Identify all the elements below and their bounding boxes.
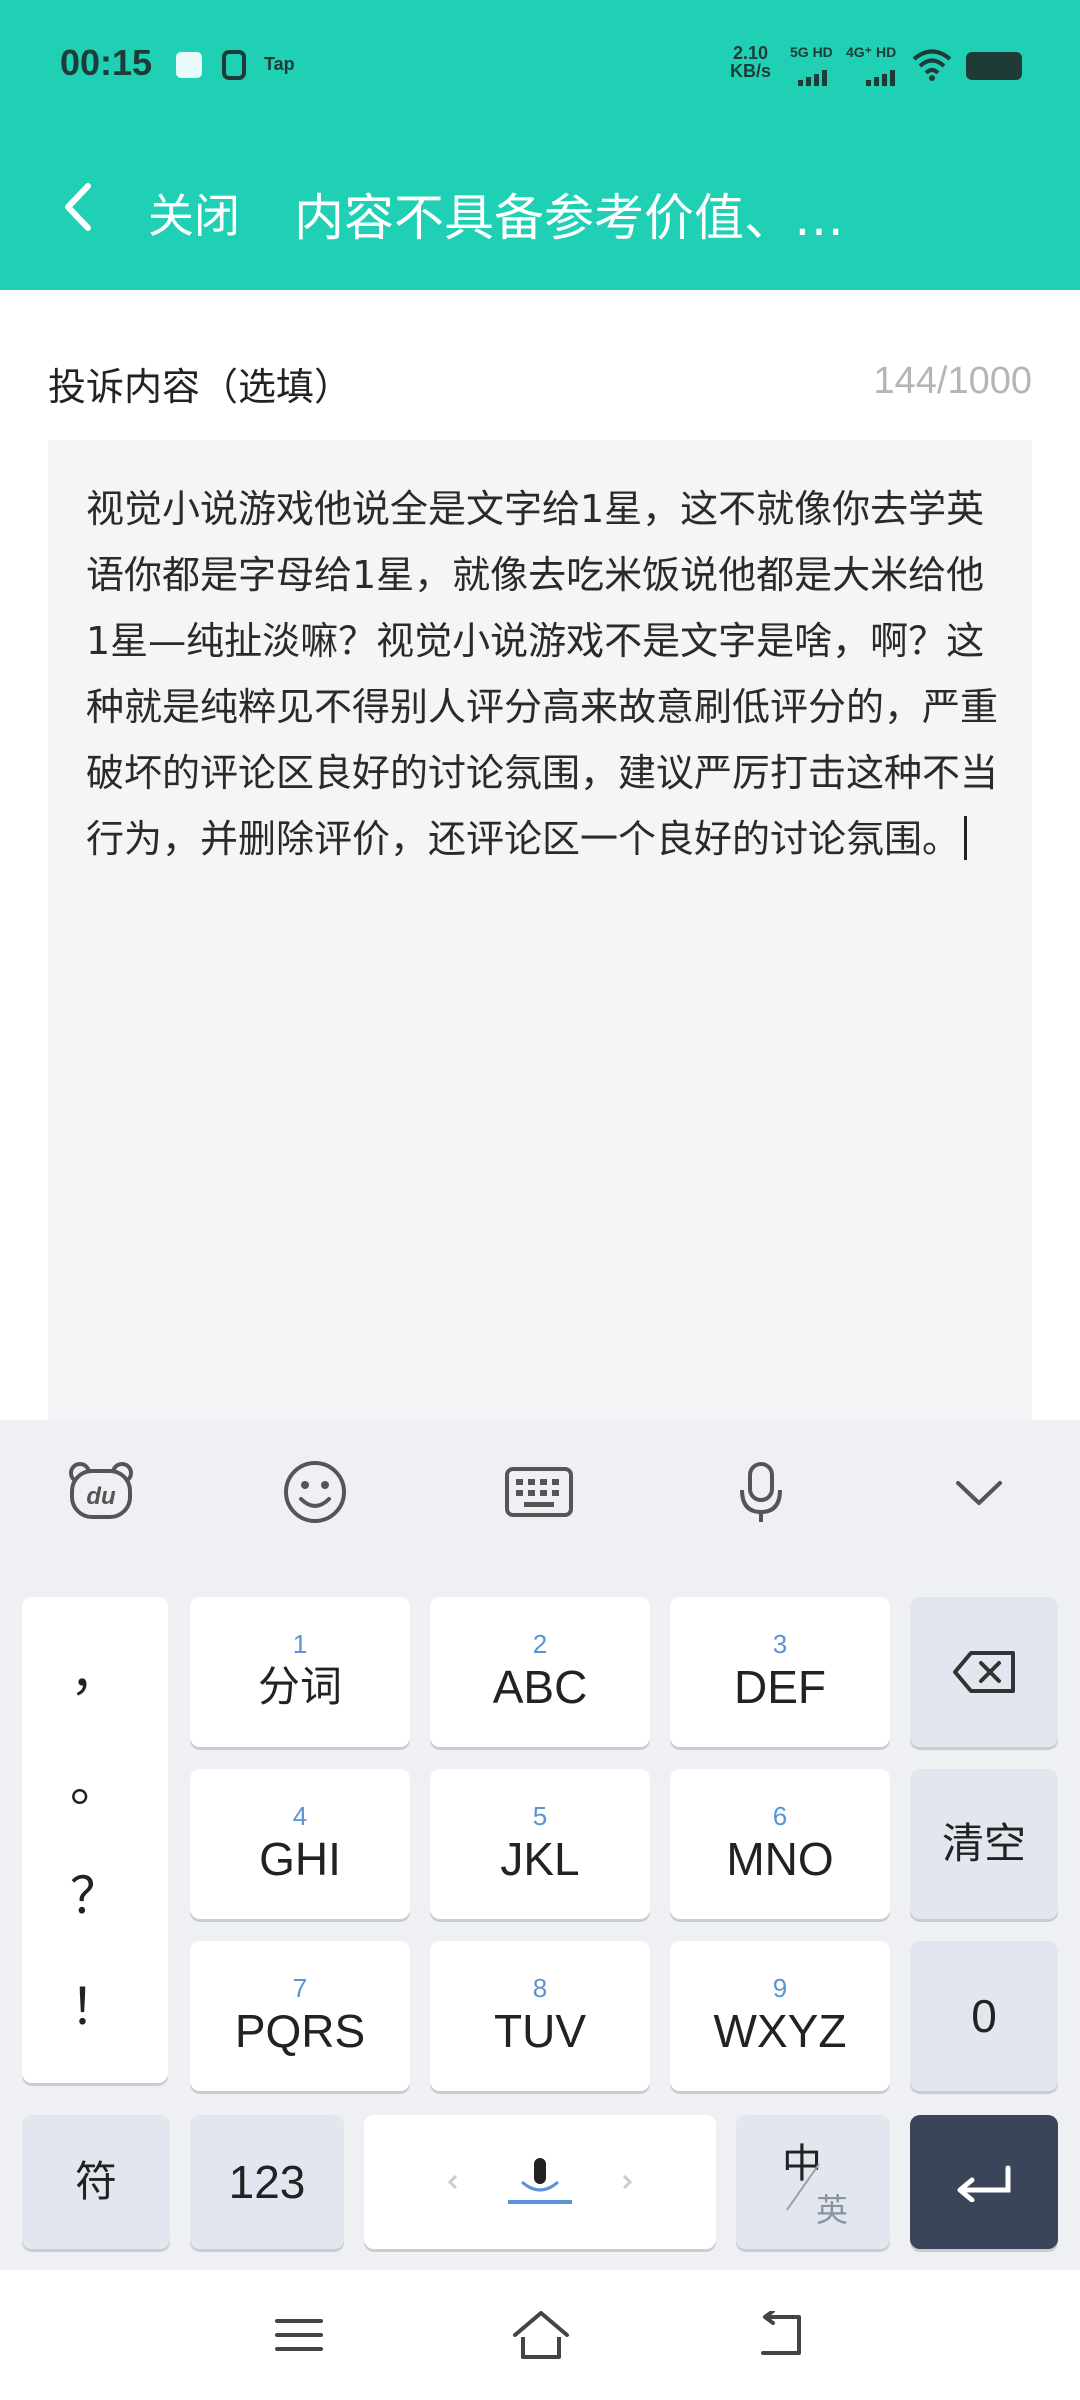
tap-label: Tap: [264, 54, 295, 74]
key-8-number: 8: [532, 1973, 548, 2003]
language-en-label: 英: [816, 2191, 849, 2229]
home-icon[interactable]: [506, 2302, 576, 2368]
system-nav-bar: [0, 2270, 1080, 2400]
key-6[interactable]: 6 MNO: [670, 1769, 890, 1919]
symbol-key[interactable]: 符: [22, 2115, 170, 2249]
backspace-key[interactable]: [910, 1597, 1058, 1747]
back-arrow-icon[interactable]: [50, 172, 110, 242]
key-3-label: DEF: [734, 1661, 826, 1713]
key-4[interactable]: 4 GHI: [190, 1769, 410, 1919]
du-logo-icon[interactable]: du: [56, 1452, 146, 1532]
sim2-label: 4G⁺ HD: [846, 44, 897, 60]
cloud-app-icon: [176, 52, 202, 78]
text-caret: [964, 816, 968, 860]
enter-icon: [957, 2165, 1011, 2202]
menu-icon[interactable]: [264, 2302, 334, 2368]
period-key[interactable]: 。: [70, 1754, 120, 1814]
symbol-key-label: 符: [74, 2158, 117, 2205]
complaint-textarea[interactable]: 视觉小说游戏他说全是文字给1星，这不就像你去学英语你都是字母给1星，就像去吃米饭…: [48, 440, 1032, 1420]
key-7[interactable]: 7 PQRS: [190, 1941, 410, 2091]
input-method-keyboard: du ， 。 ？ ！ 1 分词 2 ABC 3 DEF 4 GHI 5 JKL …: [0, 1420, 1080, 2270]
complaint-text-value: 视觉小说游戏他说全是文字给1星，这不就像你去学英语你都是字母给1星，就像去吃米饭…: [86, 487, 999, 861]
clear-key[interactable]: 清空: [910, 1769, 1058, 1919]
zero-key-label: 0: [971, 1990, 997, 2042]
key-9[interactable]: 9 WXYZ: [670, 1941, 890, 2091]
app-header: 00:15 Tap 2.10 KB/s 5G HD 4G⁺ HD 关闭 内容不具…: [0, 0, 1080, 290]
key-5[interactable]: 5 JKL: [430, 1769, 650, 1919]
status-bar: 00:15 Tap 2.10 KB/s 5G HD 4G⁺ HD: [0, 0, 1080, 130]
key-1-number: 1: [292, 1629, 308, 1659]
number-mode-key-label: 123: [228, 2156, 306, 2208]
key-3-number: 3: [772, 1629, 788, 1659]
key-8[interactable]: 8 TUV: [430, 1941, 650, 2091]
sim1-label: 5G HD: [790, 44, 833, 60]
back-icon[interactable]: [746, 2302, 816, 2368]
key-5-label: JKL: [500, 1833, 580, 1885]
key-2[interactable]: 2 ABC: [430, 1597, 650, 1747]
close-button[interactable]: 关闭: [148, 180, 240, 246]
key-1-label: 分词: [257, 1663, 342, 1710]
network-speed-unit: KB/s: [730, 61, 772, 81]
exclamation-key[interactable]: ！: [70, 1977, 120, 2037]
zero-key[interactable]: 0: [910, 1941, 1058, 2091]
key-8-label: TUV: [494, 2005, 586, 2057]
clear-key-label: 清空: [941, 1820, 1026, 1867]
question-key[interactable]: ？: [70, 1866, 120, 1926]
key-5-number: 5: [532, 1801, 548, 1831]
wifi-icon: [912, 49, 952, 81]
enter-key[interactable]: [910, 2115, 1058, 2249]
comma-key[interactable]: ，: [70, 1643, 120, 1703]
keyboard-toolbar: du: [0, 1420, 1080, 1565]
language-switch-inner: 中 英: [736, 2115, 890, 2249]
key-1[interactable]: 1 分词: [190, 1597, 410, 1747]
key-2-number: 2: [532, 1629, 548, 1659]
network-speed: 2.10 KB/s: [730, 44, 771, 80]
page-title: 内容不具备参考价值、…: [294, 189, 844, 247]
nav-header: 关闭 内容不具备参考价值、…: [0, 150, 1080, 270]
complaint-content-label: 投诉内容（选填）: [48, 365, 353, 409]
key-4-number: 4: [292, 1801, 308, 1831]
complaint-text: 视觉小说游戏他说全是文字给1星，这不就像你去学英语你都是字母给1星，就像去吃米饭…: [86, 476, 1006, 872]
emoji-icon[interactable]: [270, 1452, 360, 1532]
sim2-signal-icon: [866, 70, 895, 86]
language-zh-label: 中: [782, 2141, 822, 2187]
status-time: 00:15: [60, 42, 153, 83]
key-9-number: 9: [772, 1973, 788, 2003]
key-6-label: MNO: [726, 1833, 834, 1885]
backspace-icon: [953, 1651, 1015, 1693]
chevron-down-icon[interactable]: [934, 1452, 1024, 1532]
character-counter: 144/1000: [873, 360, 1033, 402]
svg-text:du: du: [86, 1483, 116, 1510]
key-6-number: 6: [772, 1801, 788, 1831]
number-mode-key[interactable]: 123: [190, 2115, 344, 2249]
microphone-icon[interactable]: [716, 1452, 806, 1532]
network-speed-value: 2.10: [732, 43, 769, 63]
space-key[interactable]: [364, 2115, 716, 2249]
sim1-signal-icon: [798, 70, 827, 86]
key-4-label: GHI: [259, 1833, 341, 1885]
key-7-label: PQRS: [234, 2005, 366, 2057]
key-3[interactable]: 3 DEF: [670, 1597, 890, 1747]
space-voice-icon: [447, 2158, 633, 2204]
language-switch-key[interactable]: 中 英: [736, 2115, 890, 2249]
key-2-label: ABC: [492, 1661, 588, 1713]
battery-icon: [966, 52, 1022, 80]
taptap-app-icon: [222, 50, 246, 80]
key-7-number: 7: [292, 1973, 308, 2003]
key-9-label: WXYZ: [713, 2005, 847, 2057]
keyboard-icon[interactable]: [494, 1452, 584, 1532]
punctuation-column[interactable]: ， 。 ？ ！: [22, 1597, 168, 2083]
